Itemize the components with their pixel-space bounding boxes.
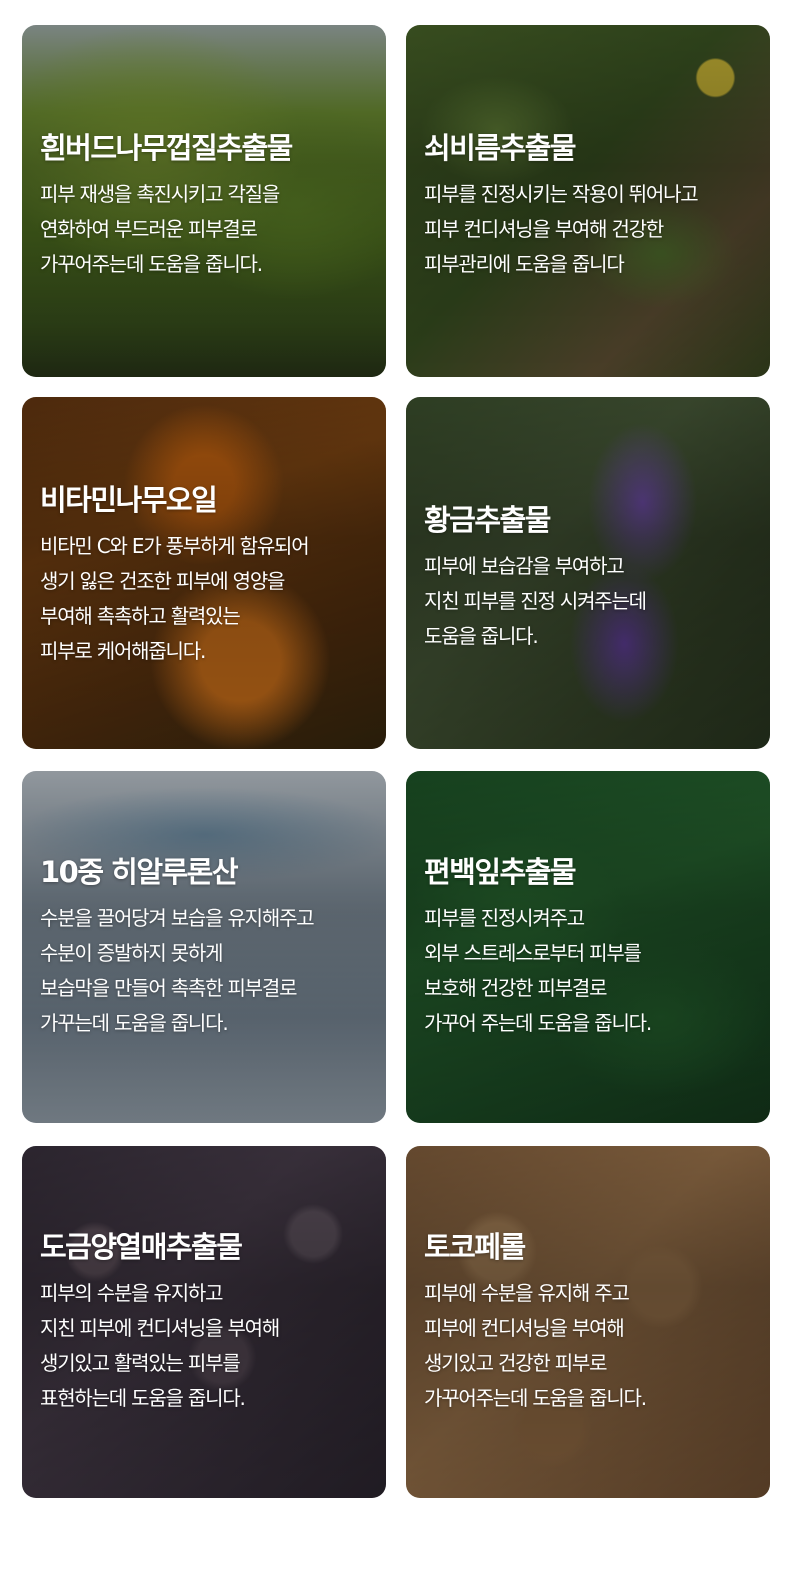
ingredient-description: 피부의 수분을 유지하고 지친 피부에 컨디셔닝을 부여해 생기있고 활력있는 … (40, 1281, 280, 1410)
card-content: 쇠비름추출물 피부를 진정시키는 작용이 뛰어나고 피부 컨디셔닝을 부여해 건… (424, 125, 754, 282)
ingredient-description: 피부를 진정시키는 작용이 뛰어나고 피부 컨디셔닝을 부여해 건강한 피부관리… (424, 182, 699, 276)
ingredient-description: 피부를 진정시켜주고 외부 스트레스로부터 피부를 보호해 건강한 피부결로 가… (424, 906, 652, 1035)
ingredient-description: 피부에 보습감을 부여하고 지친 피부를 진정 시켜주는데 도움을 줍니다. (424, 554, 647, 648)
ingredient-title: 쇠비름추출물 (424, 131, 577, 165)
ingredient-card-cypress-leaf: 편백잎추출물 피부를 진정시켜주고 외부 스트레스로부터 피부를 보호해 건강한… (406, 771, 770, 1123)
ingredient-title: 비타민나무오일 (40, 483, 218, 517)
ingredient-description: 비타민 C와 E가 풍부하게 함유되어 생기 잃은 건조한 피부에 영양을 부여… (40, 534, 310, 663)
card-content: 흰버드나무껍질추출물 피부 재생을 촉진시키고 각질을 연화하여 부드러운 피부… (40, 125, 370, 282)
ingredient-card-sea-buckthorn-oil: 비타민나무오일 비타민 C와 E가 풍부하게 함유되어 생기 잃은 건조한 피부… (22, 397, 386, 749)
ingredient-card-willow-bark: 흰버드나무껍질추출물 피부 재생을 촉진시키고 각질을 연화하여 부드러운 피부… (22, 25, 386, 377)
ingredient-title: 10중 히알루론산 (40, 855, 239, 889)
ingredient-title: 도금양열매추출물 (40, 1230, 243, 1264)
ingredient-card-hyaluronic-acid: 10중 히알루론산 수분을 끌어당겨 보습을 유지해주고 수분이 증발하지 못하… (22, 771, 386, 1123)
card-content: 황금추출물 피부에 보습감을 부여하고 지친 피부를 진정 시켜주는데 도움을 … (424, 497, 754, 654)
ingredient-description: 수분을 끌어당겨 보습을 유지해주고 수분이 증발하지 못하게 보습막을 만들어… (40, 906, 315, 1035)
ingredient-description: 피부에 수분을 유지해 주고 피부에 컨디셔닝을 부여해 생기있고 건강한 피부… (424, 1281, 647, 1410)
card-content: 비타민나무오일 비타민 C와 E가 풍부하게 함유되어 생기 잃은 건조한 피부… (40, 477, 370, 669)
ingredient-description: 피부 재생을 촉진시키고 각질을 연화하여 부드러운 피부결로 가꾸어주는데 도… (40, 182, 280, 276)
ingredient-title: 토코페롤 (424, 1230, 526, 1264)
card-content: 10중 히알루론산 수분을 끌어당겨 보습을 유지해주고 수분이 증발하지 못하… (40, 849, 370, 1041)
ingredient-title: 편백잎추출물 (424, 855, 577, 889)
card-content: 도금양열매추출물 피부의 수분을 유지하고 지친 피부에 컨디셔닝을 부여해 생… (40, 1224, 370, 1416)
ingredient-card-purslane: 쇠비름추출물 피부를 진정시키는 작용이 뛰어나고 피부 컨디셔닝을 부여해 건… (406, 25, 770, 377)
ingredient-title: 황금추출물 (424, 503, 551, 537)
card-content: 토코페롤 피부에 수분을 유지해 주고 피부에 컨디셔닝을 부여해 생기있고 건… (424, 1224, 754, 1416)
ingredient-title: 흰버드나무껍질추출물 (40, 131, 293, 165)
card-content: 편백잎추출물 피부를 진정시켜주고 외부 스트레스로부터 피부를 보호해 건강한… (424, 849, 754, 1041)
ingredient-card-myrtle-fruit: 도금양열매추출물 피부의 수분을 유지하고 지친 피부에 컨디셔닝을 부여해 생… (22, 1146, 386, 1498)
ingredient-grid: 흰버드나무껍질추출물 피부 재생을 촉진시키고 각질을 연화하여 부드러운 피부… (0, 0, 800, 1582)
ingredient-card-skullcap: 황금추출물 피부에 보습감을 부여하고 지친 피부를 진정 시켜주는데 도움을 … (406, 397, 770, 749)
ingredient-card-tocopherol: 토코페롤 피부에 수분을 유지해 주고 피부에 컨디셔닝을 부여해 생기있고 건… (406, 1146, 770, 1498)
